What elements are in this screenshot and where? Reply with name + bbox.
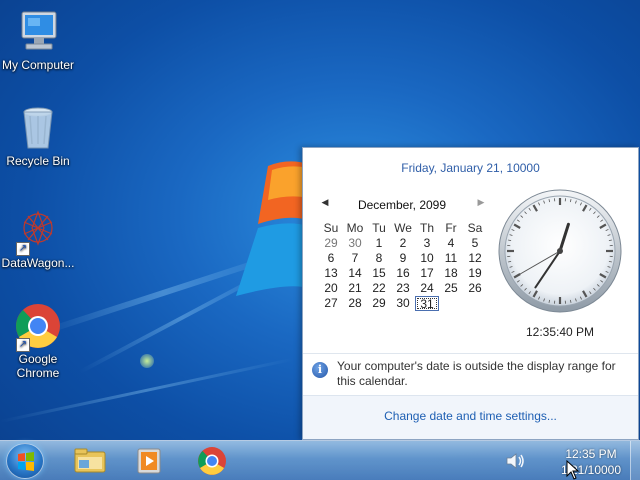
weekday-header: Mo	[346, 221, 364, 235]
folder-icon	[74, 448, 106, 473]
calendar-day[interactable]: 23	[391, 281, 415, 296]
weekday-header: Tu	[372, 221, 386, 235]
calendar-day[interactable]: 5	[463, 236, 487, 251]
calendar-day[interactable]: 17	[415, 266, 439, 281]
calendar-day[interactable]: 29	[367, 296, 391, 311]
light-sparkle	[140, 354, 154, 368]
chrome-icon	[198, 447, 226, 475]
windows-start-icon	[18, 452, 34, 471]
full-date-link[interactable]: Friday, January 21, 10000	[303, 161, 638, 175]
divider	[303, 353, 638, 354]
calendar-day[interactable]: 15	[367, 266, 391, 281]
recycle-bin-icon	[14, 104, 62, 152]
calendar-day[interactable]: 14	[343, 266, 367, 281]
calendar-day[interactable]: 9	[391, 251, 415, 266]
next-month-icon[interactable]: ▶	[475, 198, 487, 208]
desktop-icon-label: Recycle Bin	[6, 154, 70, 168]
calendar-day[interactable]: 18	[439, 266, 463, 281]
taskbar-media-player-button[interactable]	[126, 444, 174, 478]
desktop-icon-label: Google Chrome	[16, 352, 60, 380]
calendar-day[interactable]: 7	[343, 251, 367, 266]
analog-clock	[498, 189, 622, 313]
info-icon: i	[312, 362, 328, 378]
weekday-header: Fr	[445, 221, 457, 235]
calendar-day[interactable]: 10	[415, 251, 439, 266]
datawagon-icon: ↗	[14, 206, 62, 256]
shortcut-arrow-icon: ↗	[16, 338, 30, 352]
calendar-day[interactable]: 1	[367, 236, 391, 251]
show-desktop-button[interactable]	[630, 441, 640, 480]
desktop-icon-google-chrome[interactable]: ↗ Google Chrome	[0, 302, 76, 380]
taskbar-explorer-button[interactable]	[66, 444, 114, 478]
calendar-day[interactable]: 30	[391, 296, 415, 311]
chrome-icon: ↗	[14, 302, 62, 352]
flyout-footer: Change date and time settings...	[303, 395, 638, 439]
desktop-icon-label: My Computer	[1, 58, 75, 72]
calendar-grid: Su Mo Tu We Th Fr Sa 29 30 1 2 3 4 5 6 7…	[319, 221, 487, 311]
weekday-header: Th	[419, 221, 434, 235]
windows-logo	[236, 161, 308, 296]
calendar-day[interactable]: 26	[463, 281, 487, 296]
calendar-day[interactable]: 27	[319, 296, 343, 311]
speaker-icon[interactable]	[503, 451, 527, 471]
desktop-icon-datawagon[interactable]: ↗ DataWagon...	[0, 206, 76, 270]
calendar-day[interactable]: 8	[367, 251, 391, 266]
calendar-day[interactable]: 20	[319, 281, 343, 296]
desktop-icon-recycle-bin[interactable]: Recycle Bin	[0, 104, 76, 168]
shortcut-arrow-icon: ↗	[16, 242, 30, 256]
mouse-cursor-icon	[566, 460, 580, 480]
calendar-day[interactable]: 28	[343, 296, 367, 311]
clock-time-label: 12:35:40 PM	[525, 325, 595, 339]
calendar-month-label[interactable]: December, 2099	[319, 198, 485, 212]
calendar-day[interactable]: 13	[319, 266, 343, 281]
weekday-header: Sa	[467, 221, 483, 235]
calendar-day[interactable]: 3	[415, 236, 439, 251]
info-message: Your computer's date is outside the disp…	[337, 359, 616, 388]
calendar-day[interactable]: 22	[367, 281, 391, 296]
desktop-icon-label: DataWagon...	[1, 256, 75, 270]
calendar-day[interactable]: 25	[439, 281, 463, 296]
weekday-header: We	[394, 221, 412, 235]
calendar-day[interactable]: 11	[439, 251, 463, 266]
taskbar-chrome-button[interactable]	[188, 444, 236, 478]
change-date-time-settings-link[interactable]: Change date and time settings...	[303, 409, 638, 423]
calendar-day[interactable]: 24	[415, 281, 439, 296]
desktop-icon-my-computer[interactable]: My Computer	[0, 8, 76, 72]
calendar-day[interactable]: 2	[391, 236, 415, 251]
calendar-day[interactable]: 29	[319, 236, 343, 251]
calendar-day[interactable]: 21	[343, 281, 367, 296]
calendar-day[interactable]: 6	[319, 251, 343, 266]
date-time-flyout: Friday, January 21, 10000 ◀ December, 20…	[302, 147, 639, 440]
media-player-icon	[137, 448, 161, 474]
weekday-header: Su	[323, 221, 339, 235]
calendar-day[interactable]: 4	[439, 236, 463, 251]
taskbar: 12:35 PM 1/21/10000	[0, 440, 640, 480]
computer-icon	[14, 8, 62, 56]
start-button[interactable]	[6, 443, 44, 479]
calendar-nav: ◀ December, 2099 ▶	[319, 198, 485, 214]
calendar-day-selected[interactable]: 31	[415, 296, 439, 311]
calendar-day[interactable]: 30	[343, 236, 367, 251]
calendar-day[interactable]: 19	[463, 266, 487, 281]
calendar-day[interactable]: 16	[391, 266, 415, 281]
calendar-day[interactable]: 12	[463, 251, 487, 266]
